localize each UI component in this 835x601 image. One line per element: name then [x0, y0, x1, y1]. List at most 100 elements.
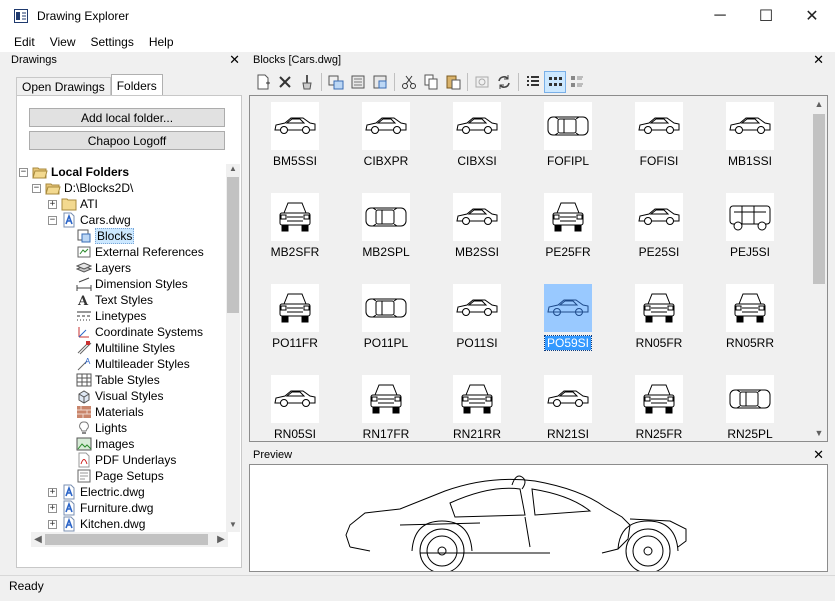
tree-node[interactable]: Dimension Styles	[63, 276, 188, 292]
tree-vertical-scrollbar[interactable]: ▲ ▼	[226, 164, 240, 532]
block-item[interactable]: RN05RR	[710, 280, 790, 368]
list-view-icon[interactable]	[522, 71, 544, 93]
icon-view-icon[interactable]	[544, 70, 566, 93]
paste-icon[interactable]	[442, 71, 464, 93]
drawings-panel-close-icon[interactable]: ✕	[229, 53, 240, 66]
tab-open-drawings[interactable]: Open Drawings	[16, 77, 111, 96]
block-item[interactable]: MB2SPL	[346, 189, 426, 277]
block-item[interactable]: MB2SSI	[437, 189, 517, 277]
expand-icon[interactable]: +	[48, 503, 57, 513]
block-item[interactable]: FOFISI	[619, 98, 699, 186]
blocks-grid[interactable]: ▲ ▼ BM5SSI CIBXPR CIBXSI FOFIPL FOFISI MB1SSI…	[249, 95, 828, 442]
collapse-icon[interactable]: −	[32, 183, 41, 193]
tree-node[interactable]: Coordinate Systems	[63, 324, 203, 340]
block-item[interactable]: PO11FR	[255, 280, 335, 368]
menu-edit[interactable]: Edit	[7, 35, 42, 49]
blocks-vertical-scrollbar[interactable]: ▲ ▼	[811, 96, 827, 441]
tree-node[interactable]: − D:\Blocks2D\	[32, 180, 133, 196]
tree-node[interactable]: Visual Styles	[63, 388, 163, 404]
block-item[interactable]: MB1SSI	[710, 98, 790, 186]
purge-icon[interactable]	[296, 71, 318, 93]
block-item[interactable]: PE25FR	[528, 189, 608, 277]
tree-node[interactable]: Images	[63, 436, 134, 452]
scroll-down-icon[interactable]: ▼	[226, 520, 240, 532]
tree-node[interactable]: PDF Underlays	[63, 452, 176, 468]
block-item[interactable]: RN05SI	[255, 371, 335, 441]
block-item[interactable]: PEJ5SI	[710, 189, 790, 277]
minimize-button[interactable]: ─	[697, 0, 743, 31]
block-item[interactable]: CIBXPR	[346, 98, 426, 186]
tree-node[interactable]: − Cars.dwg	[48, 212, 131, 228]
block-item[interactable]: RN21RR	[437, 371, 517, 441]
insert-multiple-icon[interactable]	[347, 71, 369, 93]
tree-horizontal-scrollbar[interactable]: ◀ ▶	[31, 532, 228, 547]
add-local-folder-button[interactable]: Add local folder...	[29, 108, 225, 127]
expand-icon[interactable]: +	[48, 487, 57, 497]
copy-icon[interactable]	[420, 71, 442, 93]
scroll-down-icon[interactable]: ▼	[811, 425, 827, 441]
refresh-icon[interactable]	[493, 71, 515, 93]
block-item[interactable]: PO59SI	[528, 280, 608, 368]
close-button[interactable]: ✕	[789, 0, 835, 31]
delete-icon[interactable]	[274, 71, 296, 93]
attach-icon[interactable]	[369, 71, 391, 93]
tree-node[interactable]: Multiline Styles	[63, 340, 175, 356]
block-item[interactable]: BM5SSI	[255, 98, 335, 186]
expand-icon[interactable]: +	[48, 519, 57, 529]
scroll-left-icon[interactable]: ◀	[31, 532, 45, 547]
scroll-up-icon[interactable]: ▲	[226, 164, 240, 176]
tree-node[interactable]: Table Styles	[63, 372, 160, 388]
block-item[interactable]: MB2SFR	[255, 189, 335, 277]
maximize-button[interactable]: ☐	[743, 0, 789, 31]
new-icon[interactable]	[252, 71, 274, 93]
tree-node[interactable]: External References	[63, 244, 204, 260]
tree-node[interactable]: A Text Styles	[63, 292, 153, 309]
block-item[interactable]: FOFIPL	[528, 98, 608, 186]
tree-node[interactable]: Linetypes	[63, 308, 146, 324]
menu-view[interactable]: View	[43, 35, 83, 49]
menu-settings[interactable]: Settings	[83, 35, 140, 49]
blocks-panel-close-icon[interactable]: ✕	[813, 53, 824, 66]
tree-node[interactable]: + Furniture.dwg	[48, 500, 153, 516]
tree-hscroll-thumb[interactable]	[45, 534, 208, 545]
scroll-right-icon[interactable]: ▶	[214, 532, 228, 547]
block-label-wrap: PEJ5SI	[710, 245, 790, 259]
chapoo-logoff-button[interactable]: Chapoo Logoff	[29, 131, 225, 150]
tree-node-label: Kitchen.dwg	[80, 517, 146, 531]
tree-node[interactable]: A Multileader Styles	[63, 356, 190, 372]
block-item[interactable]: RN17FR	[346, 371, 426, 441]
detail-view-icon[interactable]	[566, 71, 588, 93]
tree-node[interactable]: + ATI	[48, 196, 98, 212]
tree-node[interactable]: Page Setups	[63, 468, 164, 484]
collapse-icon[interactable]: −	[19, 167, 28, 177]
tree-node-label: Table Styles	[95, 373, 160, 387]
expand-icon[interactable]: +	[48, 199, 57, 209]
menu-help[interactable]: Help	[142, 35, 181, 49]
tree-scroll-thumb[interactable]	[227, 177, 239, 313]
tree-node[interactable]: − Local Folders	[19, 164, 129, 180]
tree-node[interactable]: Lights	[63, 420, 127, 436]
collapse-icon[interactable]: −	[48, 215, 57, 225]
insert-icon[interactable]	[325, 71, 347, 93]
tree-node[interactable]: + Kitchen.dwg	[48, 516, 145, 532]
tree-node[interactable]: Blocks	[63, 228, 135, 244]
block-item[interactable]: RN25FR	[619, 371, 699, 441]
block-item[interactable]: PO11SI	[437, 280, 517, 368]
block-item[interactable]: RN25PL	[710, 371, 790, 441]
refresh-disabled-icon[interactable]	[471, 71, 493, 93]
block-item[interactable]: PE25SI	[619, 189, 699, 277]
cut-icon[interactable]	[398, 71, 420, 93]
xref-icon	[76, 244, 92, 260]
block-item[interactable]: RN05FR	[619, 280, 699, 368]
tree-node[interactable]: Layers	[63, 260, 131, 276]
preview-close-icon[interactable]: ✕	[813, 448, 824, 461]
tab-folders[interactable]: Folders	[110, 74, 163, 96]
block-item[interactable]: PO11PL	[346, 280, 426, 368]
blocks-scroll-thumb[interactable]	[813, 114, 825, 284]
tree-node[interactable]: + Electric.dwg	[48, 484, 145, 500]
block-item[interactable]: RN21SI	[528, 371, 608, 441]
folder-tree[interactable]: − Local Folders − D:\Blocks2D\ + ATI − Cars.dwg…	[17, 164, 227, 532]
scroll-up-icon[interactable]: ▲	[811, 96, 827, 112]
tree-node[interactable]: Materials	[63, 404, 144, 420]
block-item[interactable]: CIBXSI	[437, 98, 517, 186]
